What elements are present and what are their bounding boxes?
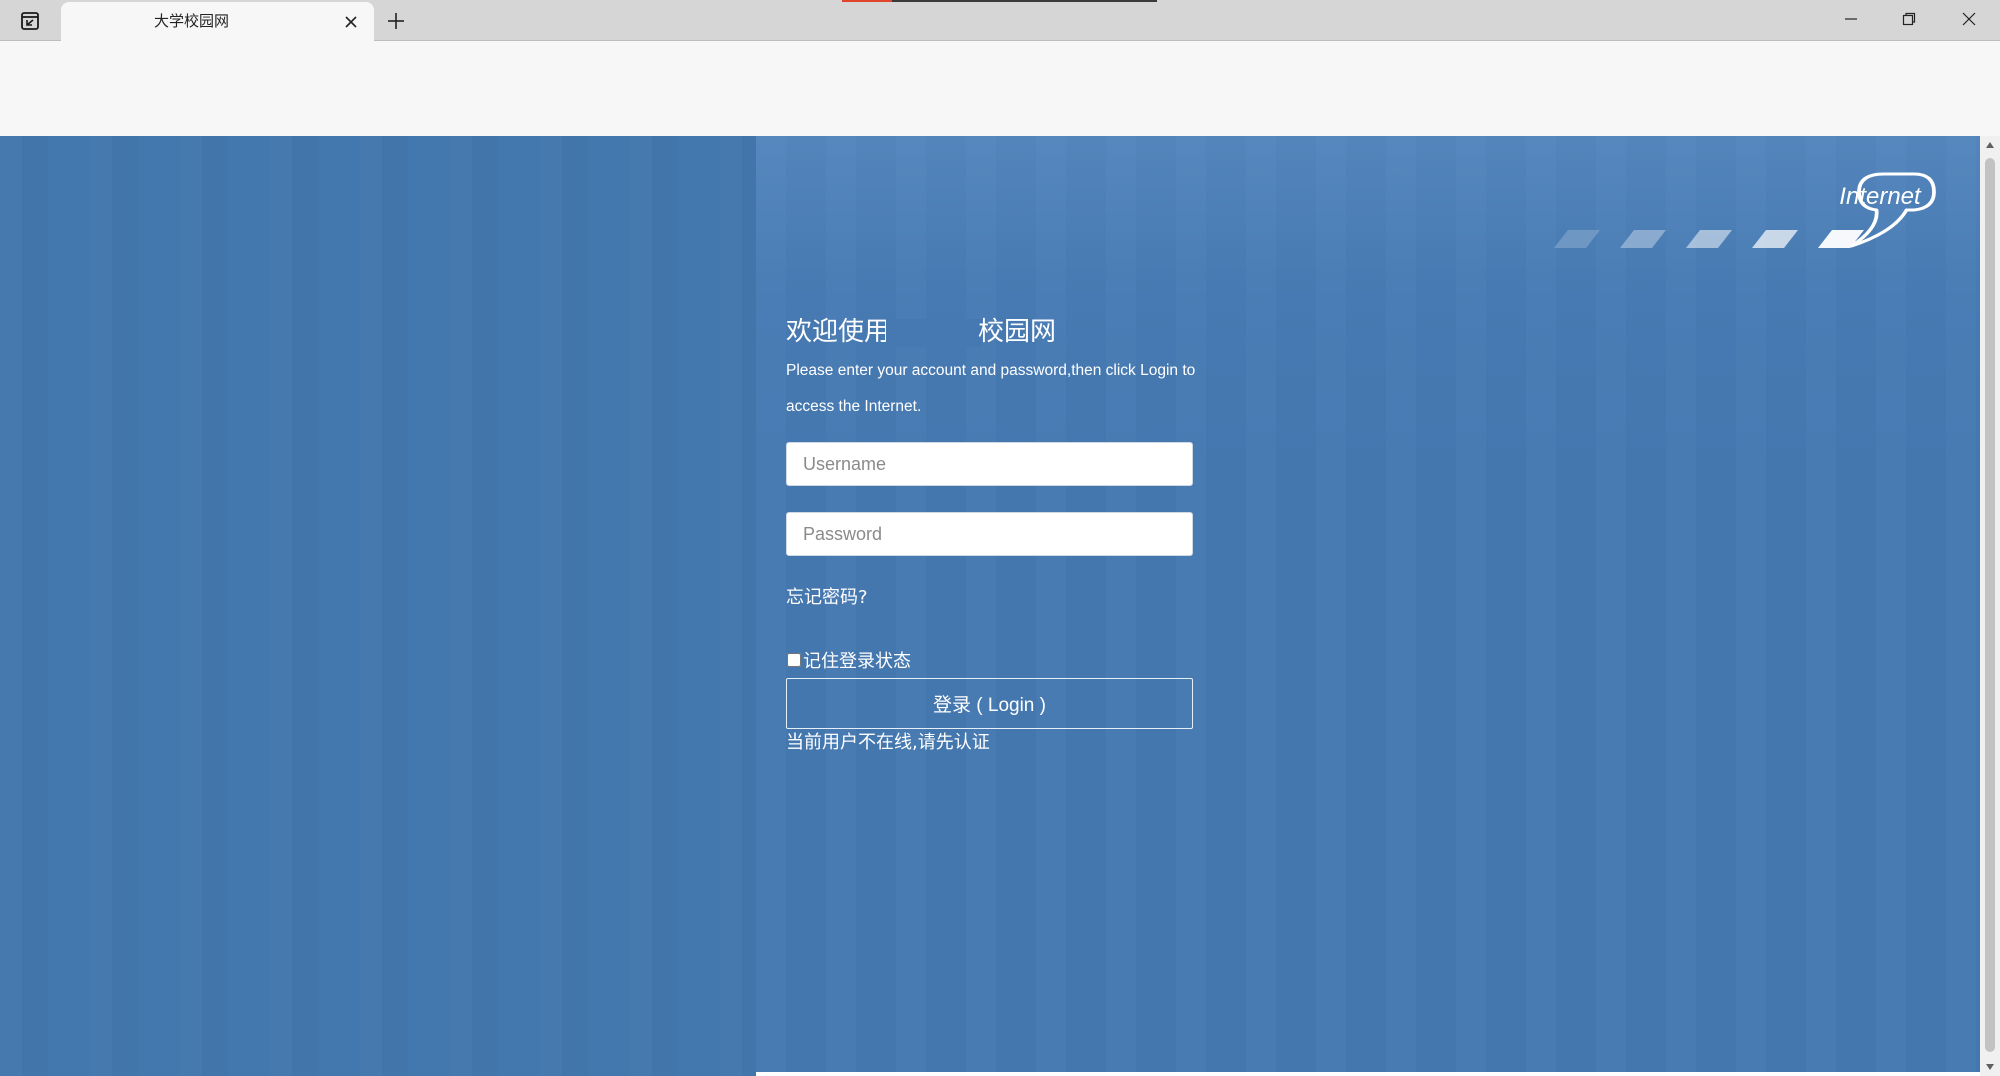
login-status-text: 当前用户不在线,请先认证	[786, 732, 990, 753]
restore-icon	[1902, 12, 1916, 26]
scrollbar-thumb[interactable]	[1985, 158, 1995, 1052]
form-description: Please enter your account and password,t…	[786, 362, 1196, 415]
scroll-up-button[interactable]	[1980, 136, 2000, 154]
tab-title: 大学校园网	[153, 12, 229, 30]
arrow-down-icon	[1986, 1064, 1994, 1070]
vertical-scrollbar[interactable]	[1980, 136, 2000, 1076]
username-input[interactable]	[786, 442, 1193, 486]
tab-bar: 大学校园网	[0, 0, 2000, 41]
internet-logo: Internet	[1540, 170, 1950, 250]
internet-logo-text: Internet	[1839, 183, 1922, 210]
redacted-area	[886, 318, 983, 347]
scroll-down-button[interactable]	[1980, 1058, 2000, 1076]
page-load-progress-fill	[842, 0, 893, 2]
plus-icon	[388, 13, 404, 29]
page-viewport: Internet 欢迎使用 校园网 Please enter your accou…	[0, 136, 1980, 1076]
password-input[interactable]	[786, 512, 1193, 556]
browser-tab[interactable]: 大学校园网	[61, 2, 374, 41]
tab-actions-button[interactable]	[12, 8, 48, 34]
restore-button[interactable]	[1880, 0, 1938, 38]
browser-toolbar-area	[0, 41, 2000, 136]
panel-divider	[756, 1072, 1980, 1076]
minimize-button[interactable]	[1822, 0, 1880, 38]
login-form: 欢迎使用 校园网 Please enter your account and pa…	[786, 312, 1196, 755]
login-button[interactable]: 登录 ( Login )	[786, 678, 1193, 729]
page-background	[0, 136, 756, 1076]
remember-me-checkbox[interactable]	[787, 653, 801, 667]
new-tab-button[interactable]	[382, 7, 410, 35]
arrow-up-icon	[1986, 142, 1994, 148]
close-tab-button[interactable]	[340, 11, 362, 33]
form-title-suffix: 校园网	[978, 317, 1057, 347]
close-icon	[1962, 12, 1976, 26]
page-load-progress	[842, 0, 1157, 2]
tab-actions-icon	[21, 12, 39, 30]
forgot-password-link[interactable]: 忘记密码?	[786, 586, 1196, 610]
close-window-button[interactable]	[1940, 0, 1998, 38]
remember-me-label: 记住登录状态	[803, 651, 911, 672]
form-title-prefix: 欢迎使用	[786, 317, 891, 347]
form-title: 欢迎使用 校园网	[786, 312, 1196, 352]
remember-me-row[interactable]: 记住登录状态	[786, 648, 1196, 672]
close-icon	[345, 16, 357, 28]
minimize-icon	[1845, 18, 1857, 20]
